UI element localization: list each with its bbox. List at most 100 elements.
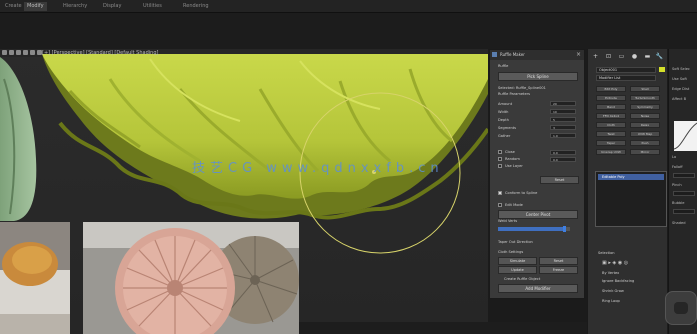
modify-tab-icon[interactable]: ⊡ [604,53,613,61]
param-spinner[interactable]: 5 [550,117,576,122]
random-checkbox[interactable] [498,157,502,161]
slider-knob[interactable] [563,226,567,232]
button-inner-icon [674,302,688,314]
modifier-button[interactable]: Twist [596,131,626,137]
create-ruffle-text: Create Ruffle Object [504,277,541,281]
add-modifier-button[interactable]: Add Modifier [498,284,578,293]
pick-spline-button[interactable]: Pick Spline [498,72,578,81]
by-vertex-label: By Vertex [602,271,620,275]
create-tab-icon[interactable]: + [591,53,600,61]
display-tab-icon[interactable]: ▬ [643,53,652,61]
object-name-field[interactable]: Object001 [596,67,656,73]
top-menu-bar: Create Modify Hierarchy Display Utilitie… [0,0,697,13]
section-cloth-label: Cloth Settings [498,250,524,254]
use-layer-checkbox[interactable] [498,164,502,168]
modifier-button[interactable]: Relax [630,122,660,128]
param-spinner[interactable]: 20 [550,101,576,106]
close-icon[interactable]: × [576,50,581,60]
edit-mode-label: Edit Mode [505,203,523,207]
toolbar-strip [0,13,697,49]
update-button[interactable]: Update [498,266,537,274]
menu-item-display[interactable]: Display [100,2,124,11]
param-spinner[interactable]: 3 [550,125,576,130]
selected-object-text: Selected: Ruffle_Spline001 [498,86,546,90]
reset-sim-button[interactable]: Reset [539,257,578,265]
ignore-backfacing-label: Ignore Backfacing [602,279,635,283]
shrink-grow-label[interactable]: Shrink Grow [602,289,624,293]
bubble-label: Bubble [672,201,685,205]
object-color-swatch[interactable] [659,67,665,72]
soft-selection-label: Soft Selec [672,67,690,71]
section-ruffle-label: Ruffle [498,64,509,68]
modifier-button[interactable]: Symmetry [630,104,660,110]
pinch-spinner[interactable] [673,191,695,196]
modifier-button[interactable]: Push [630,140,660,146]
watermark-text: 技艺CG www.qdnxxfb.cn [192,161,444,176]
modifier-button[interactable]: Bend [596,104,626,110]
check-spinner[interactable]: 0.0 [550,150,576,155]
ruffle-maker-dialog: Ruffle Maker × Ruffle Pick Spline Select… [489,49,585,299]
modifier-list-dropdown[interactable]: Modifier List [596,75,656,81]
reset-button[interactable]: Reset [540,176,579,184]
slider-fill [498,227,565,231]
section-taper-label: Taper Out Direction [498,240,533,244]
weld-label: Weld Verts [498,219,518,223]
modifier-button[interactable]: Extrude [596,95,626,101]
param-spinner[interactable]: 10 [550,109,576,114]
affect-backfacing-label[interactable]: Affect B [672,97,686,101]
freeze-button[interactable]: Freeze [539,266,578,274]
menu-item-modify[interactable]: Modify [24,2,47,11]
modifier-button[interactable]: Edit Poly [596,86,626,92]
falloff-value: Lo [672,155,677,159]
bubble-spinner[interactable] [673,209,695,214]
dialog-title: Ruffle Maker [500,52,525,57]
edit-mode-checkbox[interactable] [498,203,502,207]
close-checkbox[interactable] [498,150,502,154]
conform-checkbox[interactable] [498,191,502,195]
simulate-button[interactable]: Simulate [498,257,537,265]
weld-slider[interactable] [498,226,570,232]
falloff-curve-graph [673,121,697,151]
edge-dist-label[interactable]: Edge Dist [672,87,689,91]
utilities-tab-icon[interactable]: 🔧 [655,53,664,61]
subobject-icons[interactable]: ▣ ▸ ◈ ◉ ◎ [602,260,628,266]
modifier-button[interactable]: Taper [596,140,626,146]
param-spinner[interactable]: 1.0 [550,133,576,138]
params-heading: Ruffle Parameters [498,92,531,96]
dialog-titlebar[interactable]: Ruffle Maker × [490,50,584,60]
param-label: Segments [498,126,517,130]
floating-action-button[interactable] [665,291,697,325]
param-label: Depth [498,118,509,122]
command-panel: + ⊡ ▭ ● ▬ 🔧 Object001 Modifier List Edit… [587,49,667,334]
modifier-stack[interactable]: Editable Poly [595,171,667,227]
selection-rollout-label[interactable]: Selection [598,251,615,255]
stack-item-selected[interactable]: Editable Poly [598,174,664,180]
modifier-button[interactable]: FFD 4x4x4 [596,113,626,119]
falloff-spinner[interactable] [673,173,695,178]
modifier-button[interactable]: TurboSmooth [630,95,660,101]
menu-item-utilities[interactable]: Utilities [140,2,165,11]
param-label: Width [498,110,509,114]
check-label: Close [505,150,515,154]
shaded-face-label[interactable]: Shaded [672,221,686,225]
modifier-button[interactable]: Cloth [596,122,626,128]
hierarchy-tab-icon[interactable]: ▭ [617,53,626,61]
menu-item-create[interactable]: Create [2,2,25,11]
modifier-button[interactable]: UVW Map [630,131,660,137]
viewport-label[interactable]: [+] [Perspective] [Standard] [Default Sh… [42,50,158,56]
check-spinner[interactable]: 0.0 [550,157,576,162]
menu-item-rendering[interactable]: Rendering [180,2,212,11]
reference-photo-pillows [83,222,299,334]
falloff-label: Falloff [672,165,683,169]
modifier-button[interactable]: Shell [630,86,660,92]
ring-loop-label[interactable]: Ring Loop [602,299,620,303]
pinch-label: Pinch [672,183,682,187]
motion-tab-icon[interactable]: ● [630,53,639,61]
center-pivot-button[interactable]: Center Pivot [498,210,578,219]
menu-item-hierarchy[interactable]: Hierarchy [60,2,90,11]
modifier-button[interactable]: Unwrap UVW [596,149,626,155]
reference-photo-sofa [0,222,70,334]
modifier-button[interactable]: Mirror [630,149,660,155]
use-soft-label[interactable]: Use Soft [672,77,687,81]
modifier-button[interactable]: Noise [630,113,660,119]
